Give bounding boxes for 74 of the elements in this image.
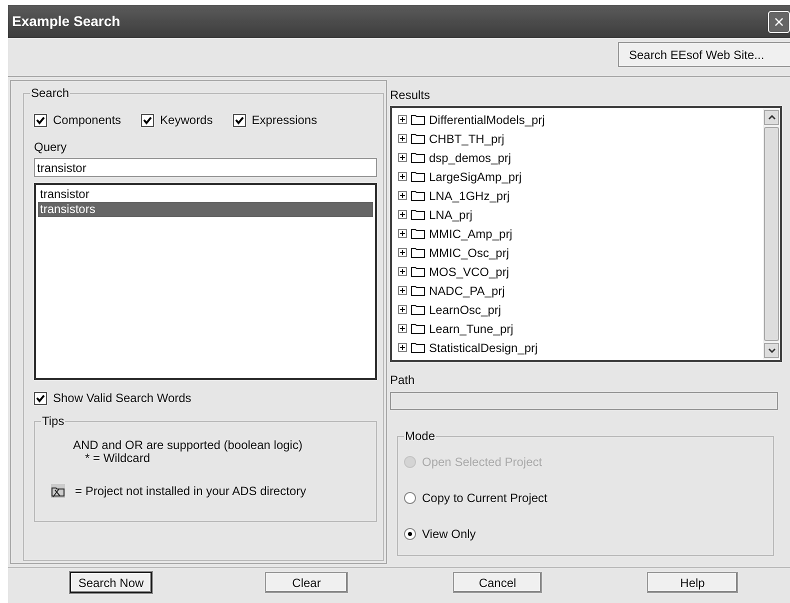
tree-item[interactable]: CHBT_TH_prj [398,129,763,148]
web-site-button[interactable]: Search EEsof Web Site... [618,42,790,67]
expand-icon[interactable] [398,267,407,276]
tree-item[interactable]: MOS_VCO_prj [398,262,763,281]
option-checkbox[interactable]: Expressions [232,111,318,129]
scroll-thumb[interactable] [764,127,779,341]
folder-icon [411,190,425,201]
group-legend: Tips [41,414,66,428]
dialog-button[interactable]: Cancel [453,572,542,593]
tip-text: AND and OR are supported (boolean logic) [73,439,304,452]
tree-item[interactable]: LargeSigAmp_prj [398,167,763,186]
option-checkbox[interactable]: Components [34,111,122,129]
checkbox[interactable] [34,114,47,126]
folder-icon [411,152,425,163]
folder-icon [411,228,425,239]
path-field[interactable] [390,392,778,410]
dialog-button[interactable]: Help [647,572,738,593]
tree-item[interactable]: MMIC_Amp_prj [398,224,763,243]
expand-icon[interactable] [398,229,407,238]
scroll-down-icon[interactable] [764,343,779,358]
show-valid-checkbox[interactable]: Show Valid Search Words [34,389,373,407]
scrollbar[interactable] [763,108,780,360]
option-checkbox[interactable]: Keywords [141,111,213,129]
folder-icon [411,323,425,334]
checkbox[interactable] [232,114,246,126]
tree-item[interactable]: dsp_demos_prj [398,148,763,167]
window-title: Example Search [12,12,120,31]
results-label: Results [390,87,432,104]
folder-icon [411,209,425,220]
dialog-button[interactable]: Search Now [70,572,152,593]
scroll-up-icon[interactable] [764,110,779,125]
expand-icon[interactable] [398,305,407,314]
folder-icon [411,247,425,258]
expand-icon[interactable] [398,191,407,200]
expand-icon[interactable] [398,210,407,219]
expand-icon[interactable] [398,115,407,124]
tree-item[interactable]: DifferentialModels_prj [398,110,763,129]
checkbox[interactable] [141,114,154,126]
expand-icon[interactable] [398,286,407,295]
folder-icon [411,342,425,353]
folder-icon [411,285,425,296]
query-label: Query [34,139,68,156]
folder-icon [411,114,425,125]
mode-radio[interactable]: Copy to Current Project [404,489,773,507]
suggestion-item[interactable]: transistor [38,187,373,202]
folder-icon [411,133,425,144]
folder-icon [411,266,425,277]
tree-item[interactable]: LNA_1GHz_prj [398,186,763,205]
tip-text: = Project not installed in your ADS directory [75,483,306,500]
folder-icon [411,171,425,182]
tree-item[interactable]: LNA_prj [398,205,763,224]
path-label: Path [390,372,416,389]
expand-icon[interactable] [398,153,407,162]
group-legend: Mode [404,429,436,443]
missing-folder-icon [51,484,65,498]
dialog-button[interactable]: Clear [265,572,348,593]
checkbox[interactable] [34,392,47,404]
expand-icon[interactable] [398,172,407,181]
tree-item[interactable]: LearnOsc_prj [398,300,763,319]
tree-item[interactable]: StatisticalDesign_prj [398,338,763,357]
query-field[interactable]: transistor [34,158,377,177]
folder-icon [411,304,425,315]
expand-icon[interactable] [398,134,407,143]
tree-item[interactable]: NADC_PA_prj [398,281,763,300]
expand-icon[interactable] [398,324,407,333]
group-legend: Search [30,86,70,100]
mode-radio[interactable]: View Only [404,525,773,543]
tree-item[interactable]: MMIC_Osc_prj [398,243,763,262]
tree-item[interactable]: Learn_Tune_prj [398,319,763,338]
expand-icon[interactable] [398,343,407,352]
expand-icon[interactable] [398,248,407,257]
close-button[interactable]: × [768,10,790,32]
tip-text: * = Wildcard [84,452,152,465]
suggestion-item[interactable]: transistors [38,202,373,217]
